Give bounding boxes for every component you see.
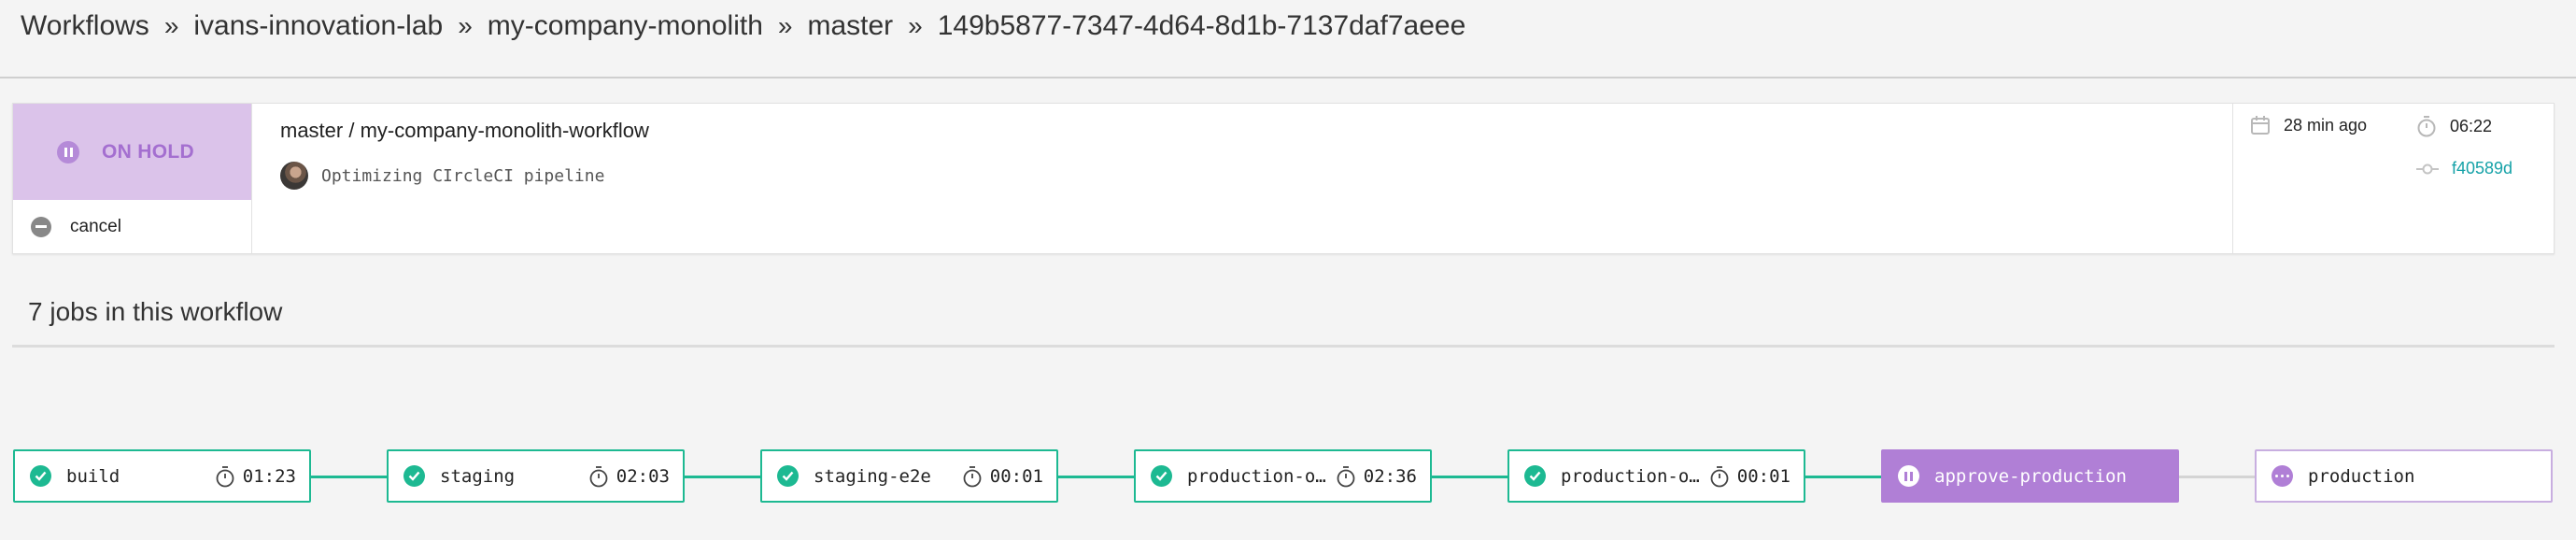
stopwatch-icon (216, 465, 234, 487)
job-connector (2179, 476, 2256, 478)
job-duration: 02:03 (588, 465, 670, 488)
header-divider (0, 77, 2576, 78)
job-duration: 01:23 (215, 465, 296, 488)
stopwatch-icon (589, 465, 608, 487)
workflow-card: ON HOLD cancel master / my-company-monol… (12, 103, 2555, 254)
commit-link[interactable]: f40589d (2416, 159, 2512, 178)
cancel-button[interactable]: cancel (13, 200, 251, 253)
breadcrumb-branch[interactable]: master (807, 10, 893, 42)
commit-icon (2416, 162, 2439, 177)
job-name: staging (440, 465, 516, 487)
job-name: staging-e2e (814, 465, 931, 487)
jobs-divider (12, 345, 2555, 348)
stopwatch-icon (1710, 465, 1729, 487)
job-production-1[interactable]: production-o… 02:36 (1134, 449, 1432, 503)
job-build[interactable]: build 01:23 (13, 449, 311, 503)
job-staging[interactable]: staging 02:03 (387, 449, 685, 503)
workflow-meta: 28 min ago 06:22 f40589d (2232, 104, 2555, 253)
job-connector (1805, 476, 1882, 478)
breadcrumb-workflows[interactable]: Workflows (21, 10, 149, 42)
stopwatch-icon (2416, 115, 2437, 137)
job-duration-value: 00:01 (1736, 465, 1790, 487)
job-name: production-o… (1561, 465, 1700, 487)
breadcrumb: Workflows » ivans-innovation-lab » my-co… (21, 7, 1465, 45)
workflow-details: master / my-company-monolith-workflow Op… (252, 104, 2232, 253)
job-name: production-o… (1187, 465, 1326, 487)
job-duration: 00:01 (962, 465, 1043, 488)
job-duration-value: 02:03 (616, 465, 670, 487)
started-time: 28 min ago (2250, 115, 2367, 135)
cancel-label: cancel (70, 216, 121, 236)
pause-circle-icon (57, 140, 80, 163)
breadcrumb-separator: » (458, 11, 473, 40)
breadcrumb-separator: » (908, 11, 923, 40)
duration: 06:22 (2416, 115, 2492, 137)
started-value: 28 min ago (2284, 115, 2368, 135)
status-label: ON HOLD (102, 140, 194, 163)
job-approve-production[interactable]: approve-production (1881, 449, 2179, 503)
commit-message: Optimizing CIrcleCI pipeline (321, 165, 605, 186)
status-column: ON HOLD cancel (13, 104, 252, 253)
minus-circle-icon (31, 216, 51, 237)
breadcrumb-organization[interactable]: ivans-innovation-lab (193, 10, 443, 42)
job-duration: 02:36 (1336, 465, 1417, 488)
avatar (280, 162, 308, 190)
job-duration-value: 00:01 (989, 465, 1043, 487)
ellipsis-circle-icon (2272, 465, 2293, 487)
job-connector (311, 476, 388, 478)
calendar-icon (2250, 115, 2271, 135)
check-circle-icon (777, 465, 799, 487)
stopwatch-icon (1337, 465, 1355, 487)
breadcrumb-separator: » (163, 11, 179, 40)
check-circle-icon (30, 465, 51, 487)
job-name: approve-production (1934, 465, 2127, 487)
job-connector (1058, 476, 1135, 478)
job-production-2[interactable]: production-o… 00:01 (1507, 449, 1805, 503)
stopwatch-icon (963, 465, 982, 487)
commit-row: Optimizing CIrcleCI pipeline (280, 162, 604, 190)
check-circle-icon (1524, 465, 1546, 487)
job-duration-value: 02:36 (1363, 465, 1417, 487)
breadcrumb-separator: » (777, 11, 793, 40)
job-staging-e2e[interactable]: staging-e2e 00:01 (760, 449, 1058, 503)
job-duration: 00:01 (1709, 465, 1790, 488)
jobs-heading: 7 jobs in this workflow (28, 297, 283, 326)
commit-hash: f40589d (2452, 159, 2513, 178)
breadcrumb-workflow-id: 149b5877-7347-4d64-8d1b-7137daf7aeee (937, 10, 1466, 41)
check-circle-icon (1151, 465, 1172, 487)
status-badge: ON HOLD (13, 104, 251, 200)
workflow-title[interactable]: master / my-company-monolith-workflow (280, 119, 649, 143)
breadcrumb-project[interactable]: my-company-monolith (488, 10, 763, 42)
job-connector (685, 476, 761, 478)
job-duration-value: 01:23 (242, 465, 296, 487)
workflow-graph: build 01:23 staging 02:03 staging-e2e 00… (0, 449, 2576, 504)
job-name: build (66, 465, 120, 487)
pause-circle-icon (1898, 465, 1919, 487)
check-circle-icon (403, 465, 425, 487)
job-connector (1432, 476, 1508, 478)
duration-value: 06:22 (2450, 116, 2493, 135)
job-name: production (2308, 465, 2415, 487)
job-production[interactable]: production (2255, 449, 2553, 503)
